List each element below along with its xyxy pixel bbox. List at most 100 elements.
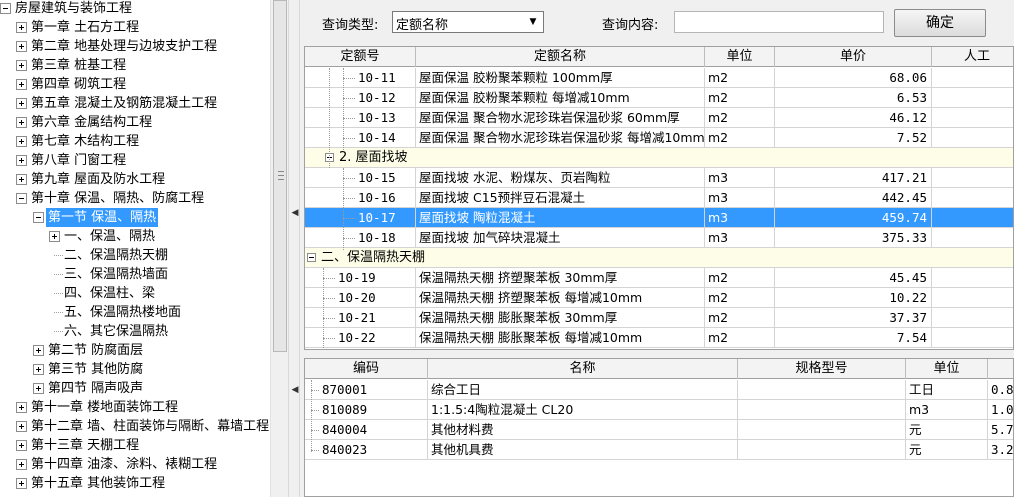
quota-code-cell[interactable]: 10-14 [355,128,416,148]
quota-name-cell[interactable]: 屋面找坡 加气碎块混凝土 [416,228,705,248]
expand-plus-icon[interactable] [16,41,27,52]
quota-code-cell[interactable]: 10-15 [355,168,416,188]
table-row[interactable]: 10-16 屋面找坡 C15预拌豆石混凝土 m3 442.45 [305,188,1013,208]
quota-labor-cell[interactable] [932,228,1013,248]
quota-unit-cell[interactable]: m3 [705,228,775,248]
quota-labor-cell[interactable] [932,308,1013,328]
res-qty-cell[interactable]: 3.2 [988,440,1013,460]
tree-item[interactable]: 第十章 保温、隔热、防腐工程 [0,189,270,208]
quota-unit-cell[interactable]: m2 [705,108,775,128]
tree-item[interactable]: 第一节 保温、隔热 [0,208,270,227]
quota-code-cell[interactable]: 10-12 [355,88,416,108]
quota-unit-cell[interactable]: m3 [705,208,775,228]
tree-item[interactable]: 六、其它保温隔热 [0,322,270,341]
expand-plus-icon[interactable] [33,364,44,375]
quota-labor-cell[interactable] [932,268,1013,288]
tree-item[interactable]: 二、保温隔热天棚 [0,246,270,265]
tree-item[interactable]: 第九章 屋面及防水工程 [0,170,270,189]
quota-price-cell[interactable]: 7.54 [775,328,932,348]
expand-plus-icon[interactable] [16,402,27,413]
column-header-labor[interactable]: 人工 [932,47,1013,67]
quota-code-cell[interactable]: 10-22 [335,328,416,348]
quota-labor-cell[interactable] [932,88,1013,108]
column-header-res-name[interactable]: 名称 [428,359,738,379]
table-row[interactable]: 10-11 屋面保温 胶粉聚苯颗粒 100mm厚 m2 68.06 [305,68,1013,88]
quota-code-cell[interactable]: 10-17 [355,208,416,228]
res-qty-cell[interactable]: 0.8 [988,380,1013,400]
table-row[interactable]: 840023 其他机具费 元 3.2 [305,440,1013,460]
collapse-left-icon[interactable]: ◀ [291,206,299,220]
tree-item[interactable]: 第五章 混凝土及钢筋混凝土工程 [0,94,270,113]
expand-plus-icon[interactable] [49,231,60,242]
tree-item[interactable]: 第七章 木结构工程 [0,132,270,151]
res-unit-cell[interactable]: 元 [906,420,988,440]
expand-plus-icon[interactable] [16,60,27,71]
resource-table[interactable]: 编码 名称 规格型号 单位 870001 综合工日 工日 0.8 810089 1:1.5… [304,358,1014,497]
quota-unit-cell[interactable]: m2 [705,328,775,348]
res-unit-cell[interactable]: m3 [906,400,988,420]
expand-plus-icon[interactable] [16,136,27,147]
quota-name-cell[interactable]: 保温隔热天棚 膨胀聚苯板 每增减10mm [416,328,705,348]
res-spec-cell[interactable] [738,440,906,460]
tree-item[interactable]: 第二章 地基处理与边坡支护工程 [0,37,270,56]
expand-plus-icon[interactable] [16,117,27,128]
quota-code-cell[interactable]: 10-13 [355,108,416,128]
quota-labor-cell[interactable] [932,208,1013,228]
tree-item[interactable]: 第一章 土石方工程 [0,18,270,37]
res-qty-cell[interactable]: 5.7 [988,420,1013,440]
tree-item[interactable]: 第十四章 油漆、涂料、裱糊工程 [0,455,270,474]
confirm-button[interactable]: 确定 [894,9,986,37]
tree-item[interactable]: 四、保温柱、梁 [0,284,270,303]
quota-name-cell[interactable]: 屋面保温 胶粉聚苯颗粒 100mm厚 [416,68,705,88]
res-spec-cell[interactable] [738,400,906,420]
tree-item[interactable]: 第三章 桩基工程 [0,56,270,75]
table-row[interactable]: 10-22 保温隔热天棚 膨胀聚苯板 每增减10mm m2 7.54 [305,328,1013,348]
table-row[interactable]: 10-19 保温隔热天棚 挤塑聚苯板 30mm厚 m2 45.45 [305,268,1013,288]
collapse-minus-icon[interactable] [0,3,11,14]
query-type-select[interactable]: 定额名称 ▼ [392,11,544,33]
quota-name-cell[interactable]: 屋面保温 聚合物水泥珍珠岩保温砂浆 每增减10mm [416,128,705,148]
expand-plus-icon[interactable] [16,155,27,166]
tree-item[interactable]: 房屋建筑与装饰工程 [0,0,270,18]
quota-labor-cell[interactable] [932,68,1013,88]
quota-name-cell[interactable]: 屋面找坡 水泥、粉煤灰、页岩陶粒 [416,168,705,188]
expand-plus-icon[interactable] [16,421,27,432]
res-spec-cell[interactable] [738,420,906,440]
quota-price-cell[interactable]: 417.21 [775,168,932,188]
expand-plus-icon[interactable] [16,79,27,90]
quota-name-cell[interactable]: 屋面找坡 陶粒混凝土 [416,208,705,228]
res-code-cell[interactable]: 840023 [319,440,428,460]
quota-price-cell[interactable]: 459.74 [775,208,932,228]
column-header-res-code[interactable]: 编码 [305,359,428,379]
quota-unit-cell[interactable]: m3 [705,188,775,208]
tree-item[interactable]: 第三节 其他防腐 [0,360,270,379]
quota-price-cell[interactable]: 6.53 [775,88,932,108]
res-name-cell[interactable]: 其他机具费 [428,440,738,460]
panel-splitter[interactable]: ◀ ◀ [288,0,300,497]
collapse-minus-icon[interactable] [307,253,316,262]
table-row[interactable]: 840004 其他材料费 元 5.7 [305,420,1013,440]
column-header-price[interactable]: 单价 [775,47,932,67]
tree-item[interactable]: 第六章 金属结构工程 [0,113,270,132]
quota-labor-cell[interactable] [932,288,1013,308]
quota-code-cell[interactable]: 10-21 [335,308,416,328]
quota-price-cell[interactable]: 7.52 [775,128,932,148]
column-header-res-qty[interactable] [988,359,1013,379]
res-code-cell[interactable]: 870001 [319,380,428,400]
tree-item[interactable]: 第四节 隔声吸声 [0,379,270,398]
table-row[interactable]: 10-18 屋面找坡 加气碎块混凝土 m3 375.33 [305,228,1013,248]
expand-plus-icon[interactable] [16,440,27,451]
column-header-res-spec[interactable]: 规格型号 [738,359,906,379]
expand-plus-icon[interactable] [16,478,27,489]
quota-table[interactable]: 定额号 定额名称 单位 单价 人工 10-11 屋面保温 胶粉聚苯颗粒 100mm… [304,46,1014,350]
collapse-minus-icon[interactable] [33,212,44,223]
column-header-code[interactable]: 定额号 [305,47,416,67]
res-unit-cell[interactable]: 工日 [906,380,988,400]
tree-item[interactable]: 第十一章 楼地面装饰工程 [0,398,270,417]
table-row[interactable]: 10-12 屋面保温 胶粉聚苯颗粒 每增减10mm m2 6.53 [305,88,1013,108]
table-group-row[interactable]: 2. 屋面找坡 [305,148,1013,168]
quota-code-cell[interactable]: 10-18 [355,228,416,248]
quota-price-cell[interactable]: 68.06 [775,68,932,88]
expand-plus-icon[interactable] [16,174,27,185]
tree-scrollbar-thumb[interactable] [273,0,287,352]
